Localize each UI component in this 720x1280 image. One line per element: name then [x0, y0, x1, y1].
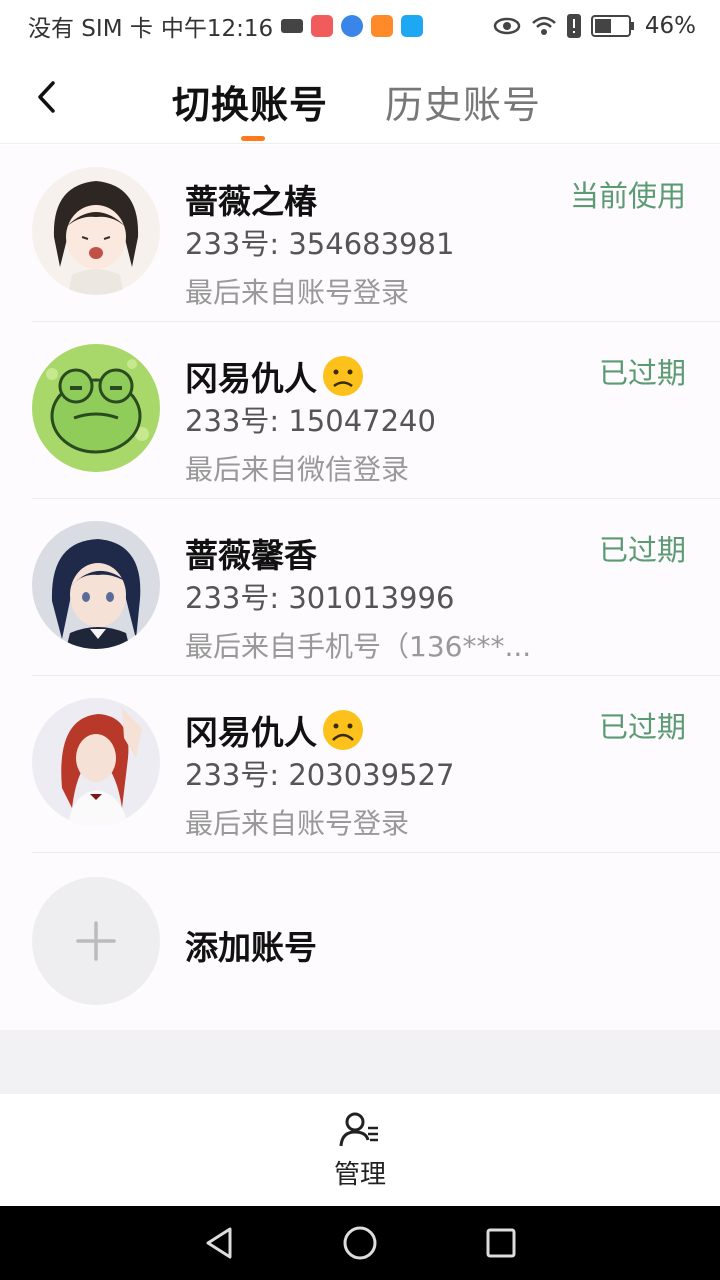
sad-face-icon [323, 356, 363, 396]
list-footer-gap [0, 1030, 720, 1094]
carrier-text: 没有 SIM 卡 [28, 16, 153, 42]
back-triangle-icon[interactable] [202, 1225, 236, 1261]
avatar [32, 698, 160, 826]
battery-icon [590, 15, 634, 37]
last-login: 最后来自账号登录 [185, 276, 410, 309]
account-list: 蔷薇之椿 233号: 354683981 最后来自账号登录 当前使用 冈易仇人 … [0, 145, 720, 1030]
add-account-row[interactable]: 添加账号 [32, 853, 720, 1030]
avatar [32, 521, 160, 649]
last-login: 最后来自账号登录 [185, 807, 410, 840]
account-row[interactable]: 蔷薇之椿 233号: 354683981 最后来自账号登录 当前使用 [32, 145, 720, 322]
avatar [32, 344, 160, 472]
account-name: 冈易仇人 [185, 706, 365, 754]
account-status: 已过期 [598, 356, 686, 390]
status-bar: 没有 SIM 卡 中午12:16 46% [0, 0, 720, 52]
home-circle-icon[interactable] [341, 1224, 379, 1262]
last-login: 最后来自手机号（136***... [185, 630, 532, 663]
account-uid: 233号: 203039527 [185, 758, 455, 792]
add-account-label: 添加账号 [185, 928, 317, 967]
avatar [32, 167, 160, 295]
tab-history-account[interactable]: 历史账号 [385, 74, 541, 129]
bottom-nav: 管理 [0, 1094, 720, 1206]
account-status: 已过期 [598, 533, 686, 567]
account-name: 蔷薇之椿 [185, 182, 317, 221]
account-row[interactable]: 冈易仇人 233号: 15047240 最后来自微信登录 已过期 [32, 322, 720, 499]
browser-app-icon [341, 15, 364, 37]
search-app-icon [401, 15, 424, 37]
time-text: 中午12:16 [160, 16, 274, 42]
last-login: 最后来自微信登录 [185, 453, 410, 486]
tab-switch-account[interactable]: 切换账号 [172, 74, 328, 129]
manage-button[interactable]: 管理 [334, 1110, 386, 1191]
video-icon [281, 19, 304, 33]
user-manage-icon [339, 1112, 378, 1147]
account-status: 当前使用 [569, 179, 686, 213]
account-uid: 233号: 354683981 [185, 227, 455, 261]
battery-text: 46% [644, 13, 696, 39]
account-row[interactable]: 蔷薇馨香 233号: 301013996 最后来自手机号（136***... 已… [32, 499, 720, 676]
manage-label: 管理 [333, 1160, 386, 1190]
account-name: 蔷薇馨香 [185, 536, 317, 575]
status-right: 46% [493, 13, 696, 39]
account-uid: 233号: 15047240 [185, 404, 436, 438]
shop-app-icon [311, 15, 334, 37]
sad-face-icon [323, 710, 363, 750]
eye-icon [493, 17, 521, 35]
chevron-left-icon [38, 81, 55, 113]
account-uid: 233号: 301013996 [185, 581, 455, 615]
tab-indicator [241, 136, 265, 141]
header: 切换账号 历史账号 [0, 52, 720, 144]
video-app-icon [371, 15, 394, 37]
plus-icon [76, 921, 116, 961]
recents-square-icon[interactable] [484, 1226, 518, 1260]
account-row[interactable]: 冈易仇人 233号: 203039527 最后来自账号登录 已过期 [32, 676, 720, 853]
account-status: 已过期 [598, 710, 686, 744]
back-button[interactable] [22, 72, 72, 122]
wifi-icon [532, 16, 556, 35]
add-account-button[interactable] [32, 877, 160, 1005]
alert-icon [566, 14, 581, 38]
account-name: 冈易仇人 [185, 352, 365, 400]
system-nav-bar [0, 1206, 720, 1280]
status-left: 没有 SIM 卡 中午12:16 [28, 9, 424, 43]
